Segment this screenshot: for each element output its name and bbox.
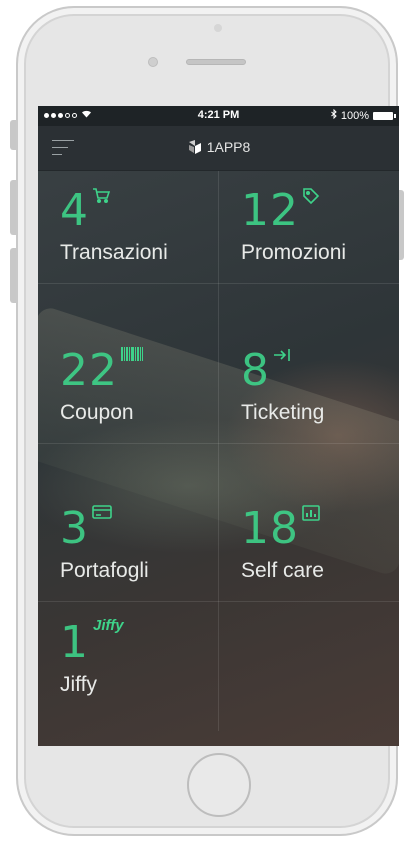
earpiece-speaker (186, 59, 246, 65)
home-button[interactable] (187, 753, 251, 817)
tile-label: Self care (241, 559, 324, 582)
mute-switch (10, 120, 16, 150)
battery-icon (373, 111, 396, 120)
battery-percent: 100% (340, 109, 369, 122)
tile-count: 18 (241, 503, 299, 554)
tile-count: 12 (241, 185, 299, 236)
tile-label: Promozioni (241, 241, 347, 264)
tile-label: Ticketing (241, 401, 325, 424)
dashboard-grid: 4 Transazioni 12 Promozioni 22 Coupon 8 … (38, 171, 399, 731)
status-bar: 4:21 PM 100% (38, 106, 399, 126)
tile-coupon[interactable]: 22 Coupon (38, 331, 218, 489)
tile-count: 1 (60, 617, 89, 668)
chart-icon (302, 505, 320, 526)
tile-label: Coupon (60, 401, 134, 424)
tile-promozioni[interactable]: 12 Promozioni (219, 171, 399, 329)
barcode-icon (121, 347, 143, 366)
bluetooth-icon (331, 108, 337, 122)
brand-name: 1APP8 (206, 139, 251, 155)
app-brand: 1APP8 (38, 139, 399, 155)
proximity-sensor (148, 57, 158, 67)
ticket-arrow-icon (273, 347, 291, 368)
tag-icon (302, 187, 320, 210)
tile-label: Transazioni (60, 241, 168, 264)
app-logo-icon (187, 139, 203, 155)
nav-bar: 1APP8 (38, 126, 399, 171)
cart-icon (92, 187, 111, 208)
tile-count: 3 (60, 503, 89, 554)
volume-up-button (10, 180, 16, 235)
tile-jiffy[interactable]: 1 Jiffy Jiffy (38, 603, 218, 746)
tile-label: Portafogli (60, 559, 149, 582)
front-camera (214, 24, 222, 32)
tile-transazioni[interactable]: 4 Transazioni (38, 171, 218, 329)
jiffy-logo: Jiffy (93, 617, 124, 634)
tile-count: 22 (60, 345, 118, 396)
tile-self-care[interactable]: 18 Self care (219, 489, 399, 647)
card-icon (92, 505, 112, 524)
volume-down-button (10, 248, 16, 303)
tile-ticketing[interactable]: 8 Ticketing (219, 331, 399, 489)
app-screen: 4:21 PM 100% 1APP8 4 Transazioni 12 Prom… (38, 106, 399, 746)
tile-label: Jiffy (60, 673, 97, 696)
tile-count: 4 (60, 185, 89, 236)
tile-count: 8 (241, 345, 270, 396)
